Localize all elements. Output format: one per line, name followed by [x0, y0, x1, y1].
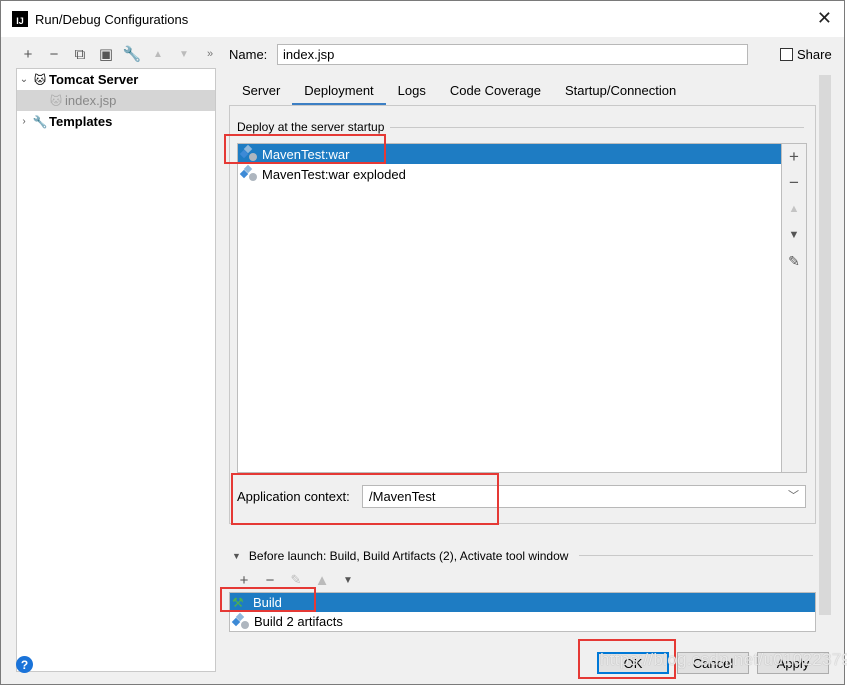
move-down-icon[interactable]: ▼	[171, 45, 197, 63]
before-launch-header[interactable]: ▼ Before launch: Build, Build Artifacts …	[232, 549, 568, 563]
chevron-down-icon[interactable]: ﹀	[788, 488, 799, 505]
more-icon[interactable]: »	[197, 45, 223, 63]
move-up-icon[interactable]: ▲	[145, 45, 171, 63]
title-bar: IJ Run/Debug Configurations ✕	[1, 1, 844, 37]
artifact-icon	[239, 164, 258, 182]
close-icon[interactable]: ✕	[817, 9, 832, 27]
remove-icon[interactable]: −	[782, 170, 806, 196]
list-item-label: MavenTest:war exploded	[262, 166, 406, 182]
deploy-side-toolbar: + − ▲ ▼ ✎	[782, 143, 807, 473]
name-label: Name:	[229, 47, 268, 62]
add-icon[interactable]: +	[231, 571, 257, 589]
tab-code-coverage[interactable]: Code Coverage	[438, 79, 553, 106]
tab-startup-connection[interactable]: Startup/Connection	[553, 79, 688, 106]
before-launch-toolbar: + − ✎ ▲ ▼	[231, 571, 361, 589]
move-down-icon[interactable]: ▼	[782, 222, 806, 248]
before-launch-list: ⚒ Build Build 2 artifacts	[229, 592, 816, 632]
hammer-icon: ⚒	[232, 594, 244, 610]
tomcat-icon: 🐱	[33, 72, 47, 87]
add-icon[interactable]: +	[15, 45, 41, 63]
collapse-triangle-icon[interactable]: ▼	[232, 551, 241, 561]
wrench-icon: 🔧	[32, 114, 48, 129]
chevron-right-icon[interactable]: ›	[17, 116, 31, 127]
tree-item-label: index.jsp	[65, 93, 117, 108]
tree-item-label: Templates	[49, 114, 113, 129]
remove-icon[interactable]: −	[257, 571, 283, 589]
artifact-icon	[231, 612, 250, 630]
config-toolbar: + − ⧉ ▣ 🔧 ▲ ▼ »	[15, 45, 223, 64]
name-input[interactable]: index.jsp	[277, 44, 748, 65]
divider	[579, 555, 813, 556]
run-debug-dialog: IJ Run/Debug Configurations ✕ + − ⧉ ▣ 🔧 …	[0, 0, 845, 685]
help-icon[interactable]: ?	[16, 656, 33, 673]
list-item-label: Build 2 artifacts	[254, 614, 343, 629]
apply-button[interactable]: Apply	[757, 652, 829, 674]
wrench-icon[interactable]: 🔧	[119, 45, 145, 63]
move-down-icon[interactable]: ▼	[335, 571, 361, 589]
scrollbar[interactable]	[819, 75, 831, 615]
list-item[interactable]: Build 2 artifacts	[230, 612, 815, 631]
list-item[interactable]: ⚒ Build	[230, 593, 815, 612]
list-item-label: Build	[253, 595, 282, 610]
app-context-value: /MavenTest	[369, 489, 436, 504]
move-up-icon[interactable]: ▲	[782, 196, 806, 222]
list-item-label: MavenTest:war	[262, 146, 350, 162]
tab-server[interactable]: Server	[230, 79, 292, 106]
share-checkbox[interactable]: Share	[780, 47, 832, 62]
artifact-icon	[239, 144, 258, 162]
cancel-button[interactable]: Cancel	[677, 652, 749, 674]
save-icon[interactable]: ▣	[93, 45, 119, 63]
checkbox[interactable]	[780, 48, 793, 61]
add-icon[interactable]: +	[782, 144, 806, 170]
intellij-icon: IJ	[12, 11, 28, 27]
tomcat-icon: 🐱	[49, 93, 63, 108]
ok-button[interactable]: OK	[597, 652, 669, 674]
share-label: Share	[797, 47, 832, 62]
remove-icon[interactable]: −	[41, 45, 67, 63]
deploy-group-label: Deploy at the server startup	[237, 120, 391, 134]
before-launch-label: Before launch: Build, Build Artifacts (2…	[248, 549, 569, 563]
app-context-input[interactable]: /MavenTest ﹀	[362, 485, 806, 508]
list-item[interactable]: MavenTest:war	[238, 144, 781, 164]
move-up-icon[interactable]: ▲	[309, 571, 335, 589]
tab-bar: Server Deployment Logs Code Coverage Sta…	[230, 79, 688, 106]
tree-item-templates[interactable]: › 🔧 Templates	[17, 111, 215, 132]
deploy-list: MavenTest:war MavenTest:war exploded	[237, 143, 782, 473]
copy-icon[interactable]: ⧉	[67, 45, 93, 63]
app-context-label: Application context:	[237, 489, 350, 504]
tree-item-index-jsp[interactable]: 🐱 index.jsp	[17, 90, 215, 111]
tab-deployment[interactable]: Deployment	[292, 79, 387, 106]
edit-icon[interactable]: ✎	[782, 248, 806, 274]
edit-icon[interactable]: ✎	[283, 571, 309, 589]
config-tree: ⌄ 🐱 Tomcat Server 🐱 index.jsp › 🔧 Templa…	[16, 68, 216, 672]
chevron-down-icon[interactable]: ⌄	[17, 74, 31, 85]
tree-item-tomcat-server[interactable]: ⌄ 🐱 Tomcat Server	[17, 69, 215, 90]
tab-logs[interactable]: Logs	[386, 79, 438, 106]
window-title: Run/Debug Configurations	[35, 11, 189, 27]
tree-item-label: Tomcat Server	[49, 72, 139, 87]
list-item[interactable]: MavenTest:war exploded	[238, 164, 781, 184]
